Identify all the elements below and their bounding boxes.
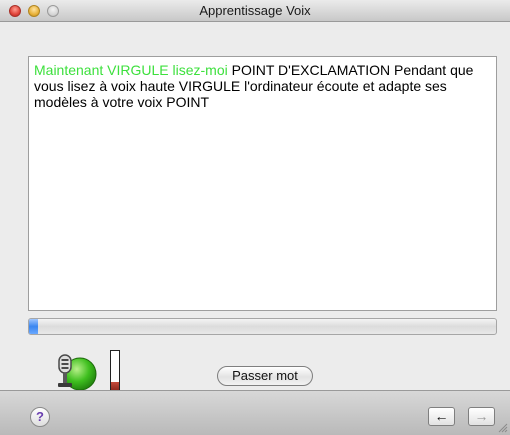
- voice-training-window: Apprentissage Voix Maintenant VIRGULE li…: [0, 0, 510, 435]
- reading-progress-bar: [28, 318, 497, 335]
- help-button[interactable]: ?: [30, 407, 50, 427]
- microphone-icon: [52, 352, 100, 394]
- window-title: Apprentissage Voix: [199, 3, 311, 18]
- microphone-icon-graphic: [58, 354, 97, 391]
- skip-word-button[interactable]: Passer mot: [217, 366, 313, 386]
- content-area: Maintenant VIRGULE lisez-moi POINT D'EXC…: [0, 22, 510, 394]
- training-text-panel: Maintenant VIRGULE lisez-moi POINT D'EXC…: [28, 56, 497, 311]
- bottom-bar: ? ← →: [0, 390, 510, 435]
- resize-grip-icon[interactable]: [498, 423, 508, 433]
- back-button[interactable]: ←: [428, 407, 455, 426]
- right-arrow-icon: →: [474, 408, 489, 424]
- progress-fill: [29, 319, 39, 334]
- input-level-meter: [110, 350, 120, 394]
- help-icon: ?: [36, 409, 44, 424]
- read-text: Maintenant VIRGULE lisez-moi: [34, 62, 228, 78]
- forward-button[interactable]: →: [468, 407, 495, 426]
- left-arrow-icon: ←: [434, 408, 449, 424]
- title-bar[interactable]: Apprentissage Voix: [0, 0, 510, 22]
